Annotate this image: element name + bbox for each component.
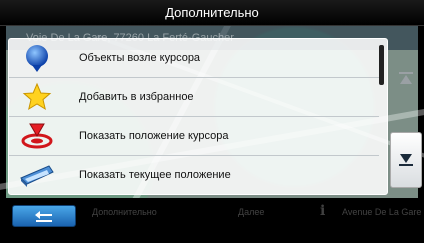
scrollbar-thumb[interactable] xyxy=(379,45,384,85)
menu-item-show-current-position[interactable]: Показать текущее положение xyxy=(9,156,379,195)
arrow-down-icon xyxy=(399,154,413,166)
navigation-screen: Voie De La Gare, 77260 La Ferté-Gaucher … xyxy=(0,0,424,243)
menu-item-label: Объекты возле курсора xyxy=(79,52,201,64)
menu-item-nearby-objects[interactable]: Объекты возле курсора xyxy=(9,39,379,78)
globe-pin-icon xyxy=(9,39,65,78)
faded-street-label: Avenue De La Gare xyxy=(342,207,422,217)
car-location-icon xyxy=(9,156,65,195)
star-icon xyxy=(9,78,65,117)
arrow-up-icon xyxy=(399,72,413,84)
back-button[interactable] xyxy=(12,205,76,227)
menu-item-label: Добавить в избранное xyxy=(79,91,194,103)
info-icon: i xyxy=(320,203,326,219)
cursor-target-icon xyxy=(9,117,65,156)
menu-list: Объекты возле курсора Добавить в избранн… xyxy=(8,38,388,195)
menu-scrollbar[interactable] xyxy=(379,45,384,190)
back-arrow-icon xyxy=(35,211,52,222)
faded-menu-label: Дополнительно xyxy=(92,207,157,217)
page-title: Дополнительно xyxy=(0,0,424,26)
menu-item-add-favorite[interactable]: Добавить в избранное xyxy=(9,78,379,117)
scroll-up-button[interactable] xyxy=(390,50,422,106)
menu-item-label: Показать положение курсора xyxy=(79,130,229,142)
menu-item-show-cursor[interactable]: Показать положение курсора xyxy=(9,117,379,156)
scroll-down-button[interactable] xyxy=(390,132,422,188)
menu-item-label: Показать текущее положение xyxy=(79,169,231,181)
faded-next-label: Далее xyxy=(238,207,265,217)
bottom-bar: Дополнительно Далее i Avenue De La Gare xyxy=(0,198,424,243)
